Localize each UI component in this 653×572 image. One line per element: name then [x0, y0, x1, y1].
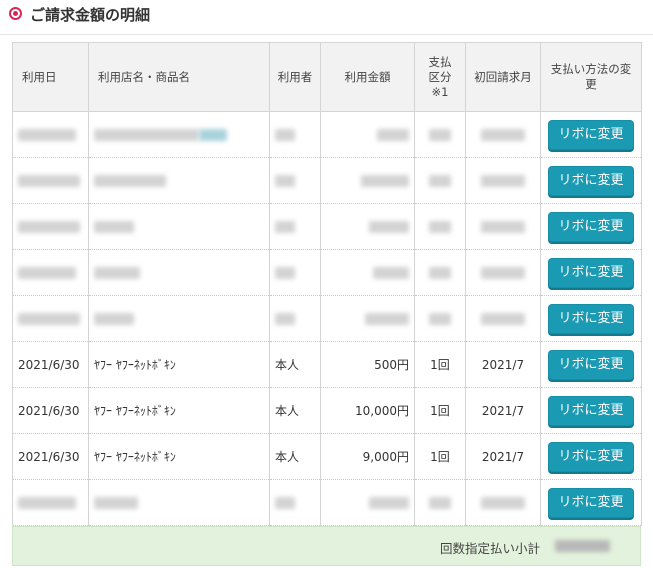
page-title: ご請求金額の明細	[30, 6, 151, 24]
revolving-change-button[interactable]: リボに変更	[548, 211, 634, 242]
redacted-text	[18, 497, 76, 509]
table-row: リボに変更	[12, 295, 642, 342]
cell-store: ﾔﾌｰ ﾔﾌｰﾈｯﾄﾎﾞｷﾝ	[88, 387, 270, 434]
redacted-text	[94, 129, 199, 141]
revolving-change-button[interactable]: リボに変更	[548, 441, 634, 472]
cell-store: ﾔﾌｰ ﾔﾌｰﾈｯﾄﾎﾞｷﾝ	[88, 341, 270, 388]
cell-amount: 10,000円	[320, 387, 415, 434]
redacted-text	[275, 175, 295, 187]
cell-user: 本人	[269, 341, 321, 388]
redacted-text	[361, 175, 409, 187]
redacted-text	[18, 175, 80, 187]
redacted-text	[481, 267, 525, 279]
cell-user: 本人	[269, 433, 321, 480]
redacted-text	[481, 313, 525, 325]
redacted-text	[18, 129, 76, 141]
redacted-text	[369, 221, 409, 233]
cell-first-billing: 2021/7	[465, 341, 541, 388]
cell-payment-type: 1回	[414, 387, 466, 434]
cell-first-billing: 2021/7	[465, 433, 541, 480]
table-row: リボに変更	[12, 479, 642, 526]
cell-store: ﾔﾌｰ ﾔﾌｰﾈｯﾄﾎﾞｷﾝ	[88, 433, 270, 480]
cell-user: 本人	[269, 387, 321, 434]
subtotal-row: 回数指定払い小計	[12, 526, 641, 566]
redacted-text	[365, 313, 409, 325]
cell-date: 2021/6/30	[12, 387, 89, 434]
redacted-text	[199, 129, 227, 141]
billing-detail-table-wrapper: 利用日 利用店名・商品名 利用者 利用金額 支払区分※1 初回請求月 支払い方法…	[12, 42, 642, 566]
header-payment-type: 支払区分※1	[414, 42, 466, 112]
redacted-text	[429, 267, 451, 279]
redacted-text	[373, 267, 409, 279]
table-row: 2021/6/30 ﾔﾌｰ ﾔﾌｰﾈｯﾄﾎﾞｷﾝ 本人 500円 1回 2021…	[12, 341, 642, 388]
table-row: リボに変更	[12, 111, 642, 158]
cell-first-billing: 2021/7	[465, 387, 541, 434]
cell-date: 2021/6/30	[12, 341, 89, 388]
table-header-row: 利用日 利用店名・商品名 利用者 利用金額 支払区分※1 初回請求月 支払い方法…	[12, 42, 642, 112]
header-user: 利用者	[269, 42, 321, 112]
cell-amount: 500円	[320, 341, 415, 388]
header-first-billing: 初回請求月	[465, 42, 541, 112]
redacted-text	[481, 221, 525, 233]
subtotal-label: 回数指定払い小計	[439, 541, 540, 556]
redacted-text	[429, 129, 451, 141]
redacted-text	[94, 497, 138, 509]
redacted-text	[94, 221, 134, 233]
cell-amount: 9,000円	[320, 433, 415, 480]
table-row: リボに変更	[12, 157, 642, 204]
table-row: リボに変更	[12, 203, 642, 250]
redacted-text	[18, 313, 80, 325]
redacted-text	[94, 313, 134, 325]
revolving-change-button[interactable]: リボに変更	[548, 349, 634, 380]
billing-detail-table: 利用日 利用店名・商品名 利用者 利用金額 支払区分※1 初回請求月 支払い方法…	[12, 42, 642, 526]
revolving-change-button[interactable]: リボに変更	[548, 303, 634, 334]
redacted-text	[94, 175, 166, 187]
table-row: リボに変更	[12, 249, 642, 296]
revolving-change-button[interactable]: リボに変更	[548, 395, 634, 426]
redacted-text	[481, 129, 525, 141]
cell-payment-type: 1回	[414, 341, 466, 388]
redacted-text	[18, 221, 80, 233]
table-row: 2021/6/30 ﾔﾌｰ ﾔﾌｰﾈｯﾄﾎﾞｷﾝ 本人 10,000円 1回 2…	[12, 387, 642, 434]
redacted-text	[481, 175, 525, 187]
redacted-text	[275, 129, 295, 141]
redacted-text	[429, 497, 451, 509]
redacted-text	[429, 313, 451, 325]
redacted-text	[275, 497, 295, 509]
redacted-text	[94, 267, 140, 279]
cell-payment-type: 1回	[414, 433, 466, 480]
redacted-text	[275, 221, 295, 233]
bullet-icon	[9, 7, 22, 20]
table-row: 2021/6/30 ﾔﾌｰ ﾔﾌｰﾈｯﾄﾎﾞｷﾝ 本人 9,000円 1回 20…	[12, 433, 642, 480]
redacted-text	[369, 497, 409, 509]
header-store: 利用店名・商品名	[88, 42, 270, 112]
redacted-text	[429, 221, 451, 233]
redacted-text	[18, 267, 76, 279]
revolving-change-button[interactable]: リボに変更	[548, 165, 634, 196]
revolving-change-button[interactable]: リボに変更	[548, 487, 634, 518]
header-amount: 利用金額	[320, 42, 415, 112]
revolving-change-button[interactable]: リボに変更	[548, 119, 634, 150]
redacted-text	[481, 497, 525, 509]
redacted-text	[275, 267, 295, 279]
revolving-change-button[interactable]: リボに変更	[548, 257, 634, 288]
section-header: ご請求金額の明細	[0, 0, 653, 35]
redacted-subtotal-value	[555, 540, 610, 552]
header-date: 利用日	[12, 42, 89, 112]
cell-date: 2021/6/30	[12, 433, 89, 480]
redacted-text	[275, 313, 295, 325]
redacted-text	[429, 175, 451, 187]
redacted-text	[377, 129, 409, 141]
header-change-method: 支払い方法の変更	[540, 42, 642, 112]
